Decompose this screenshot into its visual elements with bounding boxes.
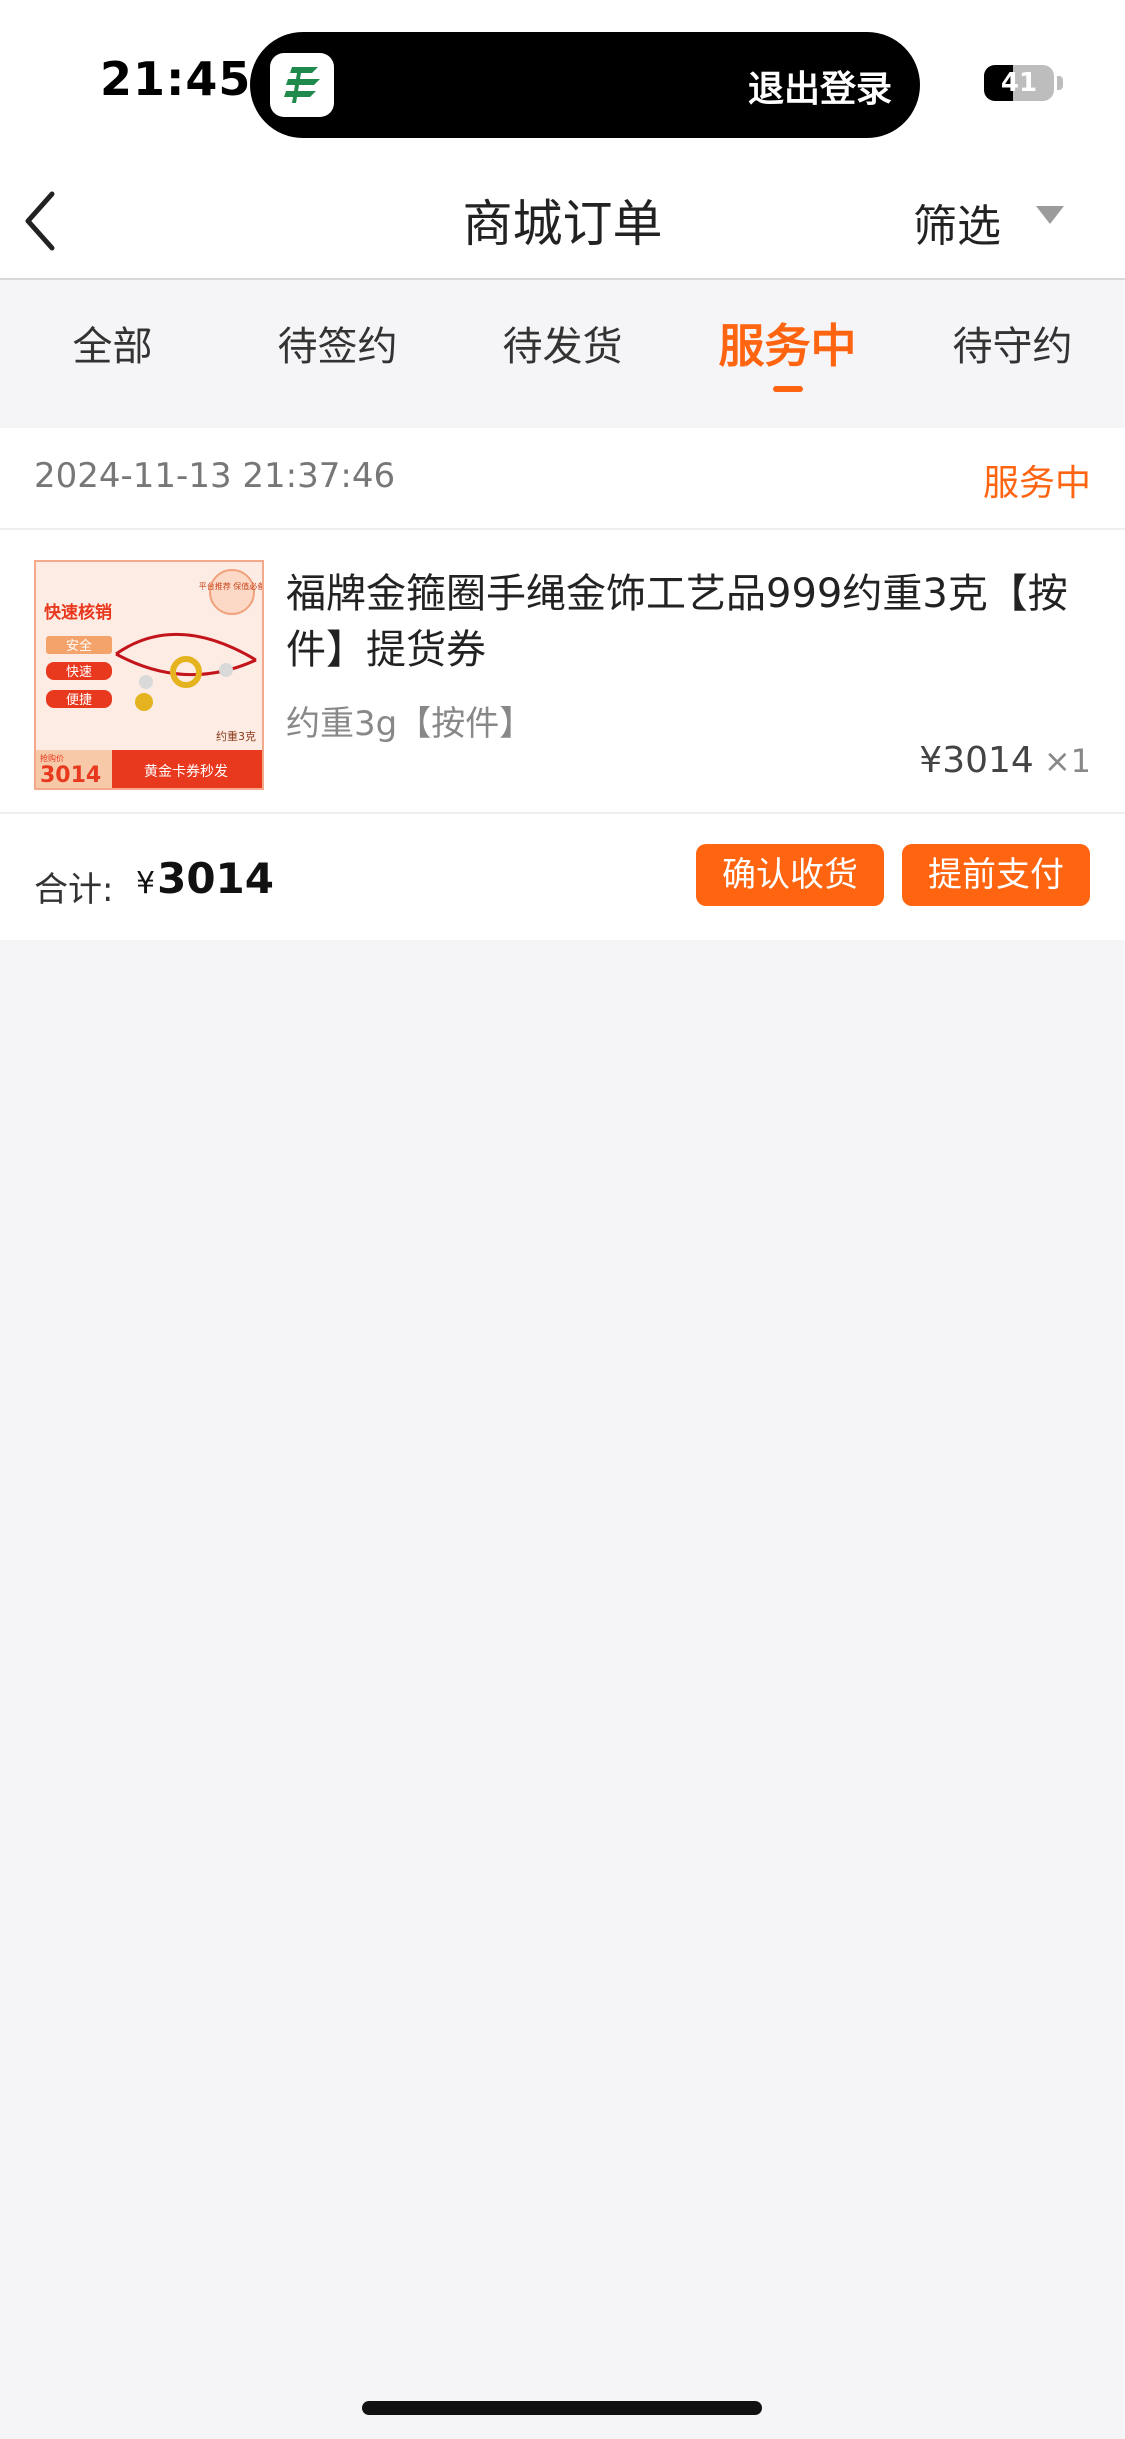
prepay-button[interactable]: 提前支付 (902, 844, 1090, 906)
order-footer: 合计: ¥3014 确认收货 提前支付 (0, 814, 1125, 940)
tab-label: 待发货 (502, 324, 623, 370)
total-currency: ¥ (136, 866, 156, 901)
battery-tip (1057, 76, 1063, 90)
product-title[interactable]: 福牌金箍圈手绳金饰工艺品999约重3克【按件】提货券 (286, 566, 1086, 678)
tab-label: 待签约 (277, 324, 398, 370)
image-badge: 平台推荐 保值必备 (199, 581, 262, 591)
order-date: 2024-11-13 21:37:46 (34, 456, 396, 496)
tab-label: 全部 (72, 324, 153, 370)
tab-in-service[interactable]: 服务中 (675, 282, 900, 428)
image-banner: 黄金卡券秒发 (144, 763, 228, 780)
home-indicator[interactable] (362, 2401, 762, 2415)
china-post-icon (270, 53, 334, 117)
dynamic-island[interactable]: 退出登录 (250, 32, 920, 138)
order-status-tabs: 全部 待签约 待发货 服务中 待守约 (0, 282, 1125, 428)
battery-icon: 41 (984, 65, 1054, 101)
image-price-label: 抢购价 (40, 753, 64, 763)
total-label: 合计: (34, 870, 114, 910)
order-header: 2024-11-13 21:37:46 服务中 (0, 428, 1125, 530)
tab-label: 服务中 (718, 319, 857, 373)
product-spec: 约重3g【按件】 (286, 704, 534, 744)
battery-level: 41 (1000, 68, 1038, 98)
status-time: 21:45 (100, 52, 252, 106)
image-tag-3: 便捷 (66, 693, 92, 708)
total-amount: ¥3014 (136, 854, 274, 903)
product-price: ¥3014 (919, 740, 1034, 781)
logout-button[interactable]: 退出登录 (748, 60, 892, 112)
nav-bar: 商城订单 筛选 (0, 160, 1125, 280)
active-tab-indicator (772, 386, 803, 392)
tab-pending-keep[interactable]: 待守约 (900, 282, 1125, 428)
total-value: 3014 (157, 854, 274, 903)
confirm-receipt-button[interactable]: 确认收货 (696, 844, 884, 906)
status-bar: 21:45 退出登录 41 (0, 0, 1125, 160)
order-card[interactable]: 2024-11-13 21:37:46 服务中 快速核销 安全 快速 便捷 平台… (0, 428, 1125, 940)
tab-pending-ship[interactable]: 待发货 (450, 282, 675, 428)
image-tag-2: 快速 (66, 665, 92, 680)
price-line: ¥3014 ×1 (919, 740, 1091, 781)
order-item[interactable]: 快速核销 安全 快速 便捷 平台推荐 保值必备 约重3克 抢购价 3014 黄金… (0, 530, 1125, 814)
tab-all[interactable]: 全部 (0, 282, 225, 428)
product-quantity: ×1 (1043, 742, 1091, 780)
product-image[interactable]: 快速核销 安全 快速 便捷 平台推荐 保值必备 约重3克 抢购价 3014 黄金… (34, 560, 264, 790)
tab-label: 待守约 (952, 324, 1073, 370)
caret-down-icon[interactable] (1036, 206, 1064, 224)
image-tag-1: 安全 (66, 638, 92, 654)
image-headline: 快速核销 (44, 602, 112, 623)
order-status: 服务中 (982, 463, 1091, 504)
image-price: 3014 (40, 763, 101, 788)
image-weight: 约重3克 (216, 729, 256, 743)
tab-pending-sign[interactable]: 待签约 (225, 282, 450, 428)
filter-button[interactable]: 筛选 (913, 190, 1001, 254)
